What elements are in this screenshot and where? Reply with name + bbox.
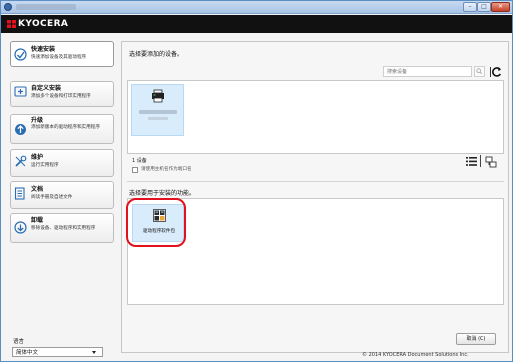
- window-title-redacted: [16, 4, 76, 10]
- sidebar-item-title: 自定义安装: [31, 85, 62, 92]
- device-list: [127, 80, 504, 154]
- sidebar-item-description: 运行实用程序: [31, 163, 59, 168]
- use-hostname-label: 请使用主机名作为端口名: [141, 167, 192, 172]
- search-input[interactable]: [384, 67, 471, 76]
- search-field[interactable]: [383, 66, 472, 77]
- kyocera-logo-text: KYOCERA: [18, 19, 69, 29]
- brand-bar: KYOCERA: [1, 15, 512, 33]
- sidebar-item-upgrade[interactable]: 升级 添加新版本的驱动程序和实用程序: [10, 114, 114, 144]
- language-select[interactable]: 简体中文: [12, 347, 103, 357]
- sidebar-item-express-install[interactable]: 快速安装 快速添加设备及其驱动程序: [10, 41, 114, 67]
- sidebar-item-description: 添加新版本的驱动程序和实用程序: [31, 125, 100, 130]
- section-divider: [127, 181, 504, 182]
- feature-label: 驱动程序软件包: [142, 229, 176, 234]
- search-icon: [476, 68, 482, 74]
- maximize-button[interactable]: □: [477, 2, 491, 12]
- view-separator: [480, 155, 481, 167]
- kyocera-logo-icon: [7, 20, 16, 28]
- select-feature-title: 选择要用于安装的功能。: [129, 190, 196, 197]
- feature-list: 驱动程序软件包: [127, 198, 504, 305]
- search-button[interactable]: [474, 66, 485, 77]
- device-model-redacted: [148, 117, 168, 120]
- sidebar-item-title: 卸载: [31, 217, 44, 224]
- main-panel: 选择要添加的设备。 搜索设备 1 设备 请使用主机名作为端口名 选择要用于安装的…: [121, 41, 509, 353]
- upgrade-icon: [15, 124, 26, 135]
- app-icon: [4, 3, 12, 11]
- list-view-icon[interactable]: [466, 157, 477, 166]
- sidebar: 快速安装 快速添加设备及其驱动程序 自定义安装 添加多个设备和打印实用程序 升级…: [10, 41, 114, 251]
- uninstall-icon: [14, 221, 27, 234]
- minimize-button[interactable]: –: [463, 2, 477, 12]
- sidebar-item-title: 升级: [31, 117, 44, 124]
- device-name-redacted: [139, 110, 177, 114]
- chevron-down-icon: [92, 351, 96, 354]
- close-button[interactable]: ✕: [491, 2, 510, 12]
- sidebar-item-custom-install[interactable]: 自定义安装 添加多个设备和打印实用程序: [10, 81, 114, 107]
- driver-package-icon: [153, 209, 166, 222]
- maintenance-icon: [15, 155, 27, 167]
- sidebar-item-title: 维护: [31, 154, 44, 161]
- feature-tile-driver-package[interactable]: 驱动程序软件包: [132, 204, 184, 242]
- sidebar-item-description: 阅读手册及自述文件: [31, 195, 73, 200]
- select-device-title: 选择要添加的设备。: [129, 51, 184, 58]
- title-bar: – □ ✕: [1, 1, 512, 14]
- printer-icon: [152, 89, 164, 103]
- installer-window: – □ ✕ KYOCERA 快速安装 快速添加设备及其驱动程序 自定义安装 添加…: [0, 0, 513, 362]
- custom-install-icon: [14, 86, 27, 97]
- sidebar-item-documents[interactable]: 文档 阅读手册及自述文件: [10, 181, 114, 209]
- refresh-icon[interactable]: [490, 66, 502, 78]
- sidebar-item-description: 移除设备、驱动程序和实用程序: [31, 226, 96, 231]
- copyright-text: © 2014 KYOCERA Document Solutions Inc.: [362, 352, 469, 358]
- sidebar-item-title: 快速安装: [31, 46, 56, 53]
- sidebar-item-uninstall[interactable]: 卸载 移除设备、驱动程序和实用程序: [10, 213, 114, 243]
- documents-icon: [14, 187, 25, 200]
- express-install-icon: [14, 48, 27, 61]
- language-label: 语言: [13, 339, 25, 345]
- network-device-icon[interactable]: [485, 156, 497, 168]
- device-tile[interactable]: [131, 84, 184, 136]
- sidebar-item-description: 添加多个设备和打印实用程序: [31, 94, 91, 99]
- sidebar-item-title: 文档: [31, 186, 44, 193]
- cancel-button[interactable]: 取消 (C): [456, 333, 496, 345]
- sidebar-item-description: 快速添加设备及其驱动程序: [31, 55, 87, 60]
- language-value: 简体中文: [16, 350, 39, 356]
- use-hostname-checkbox[interactable]: [132, 167, 138, 173]
- sidebar-item-maintenance[interactable]: 维护 运行实用程序: [10, 149, 114, 177]
- device-count: 1 设备: [132, 158, 147, 164]
